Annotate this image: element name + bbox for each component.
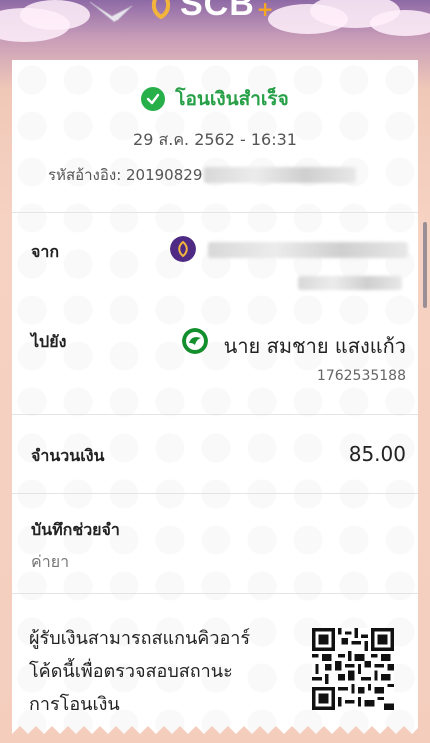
amount-label: จำนวนเงิน bbox=[31, 446, 105, 465]
reference-redacted bbox=[204, 167, 357, 183]
from-label: จาก bbox=[31, 242, 60, 261]
qr-text-line: การโอนเงิน bbox=[29, 694, 120, 715]
reference-label: รหัสอ้างอิง: 20190829 bbox=[48, 166, 203, 184]
status-row: โอนเงินสำเร็จ bbox=[12, 84, 418, 114]
recipient-account-number: 1762535188 bbox=[316, 368, 406, 384]
scb-lotus-icon bbox=[151, 0, 171, 19]
transfer-slip-card: โอนเงินสำเร็จ 29 ส.ค. 2562 - 16:31 รหัสอ… bbox=[12, 60, 418, 743]
divider bbox=[12, 593, 418, 594]
scrollbar[interactable] bbox=[423, 222, 427, 308]
status-text: โอนเงินสำเร็จ bbox=[175, 88, 289, 110]
to-label: ไปยัง bbox=[31, 332, 67, 351]
recipient-name: นาย สมชาย แสงแก้ว bbox=[223, 334, 406, 358]
ticket-edge-decoration bbox=[12, 726, 418, 743]
memo-value: ค่ายา bbox=[31, 552, 70, 571]
memo-label: บันทึกช่วยจำ bbox=[31, 520, 120, 539]
app-header: SCB + bbox=[0, 0, 430, 60]
check-circle-icon bbox=[141, 87, 166, 111]
scb-logo: SCB + bbox=[148, 0, 274, 23]
sender-name-redacted bbox=[208, 242, 408, 258]
brand-plus: + bbox=[256, 0, 274, 21]
kbank-bank-icon bbox=[182, 328, 208, 354]
divider bbox=[12, 414, 418, 415]
qr-instruction-text: ผู้รับเงินสามารถสแกนคิวอาร์ โค้ดนี้เพื่อ… bbox=[29, 622, 299, 721]
qr-text-line: ผู้รับเงินสามารถสแกนคิวอาร์ bbox=[29, 628, 251, 649]
divider bbox=[12, 493, 418, 494]
brand-name: SCB bbox=[180, 0, 255, 23]
transaction-datetime: 29 ส.ค. 2562 - 16:31 bbox=[133, 130, 297, 149]
cloud-decoration bbox=[20, 0, 90, 30]
amount-value: 85.00 bbox=[348, 442, 406, 466]
cloud-decoration bbox=[370, 10, 430, 36]
divider bbox=[12, 212, 418, 213]
bird-illustration-icon bbox=[89, 1, 133, 23]
reference-row: รหัสอ้างอิง: 20190829 bbox=[48, 163, 357, 187]
qr-text-line: โค้ดนี้เพื่อตรวจสอบสถานะ bbox=[29, 661, 233, 682]
sender-account-redacted bbox=[298, 276, 402, 290]
scb-bank-icon bbox=[170, 236, 196, 262]
qr-code-icon bbox=[312, 628, 394, 710]
